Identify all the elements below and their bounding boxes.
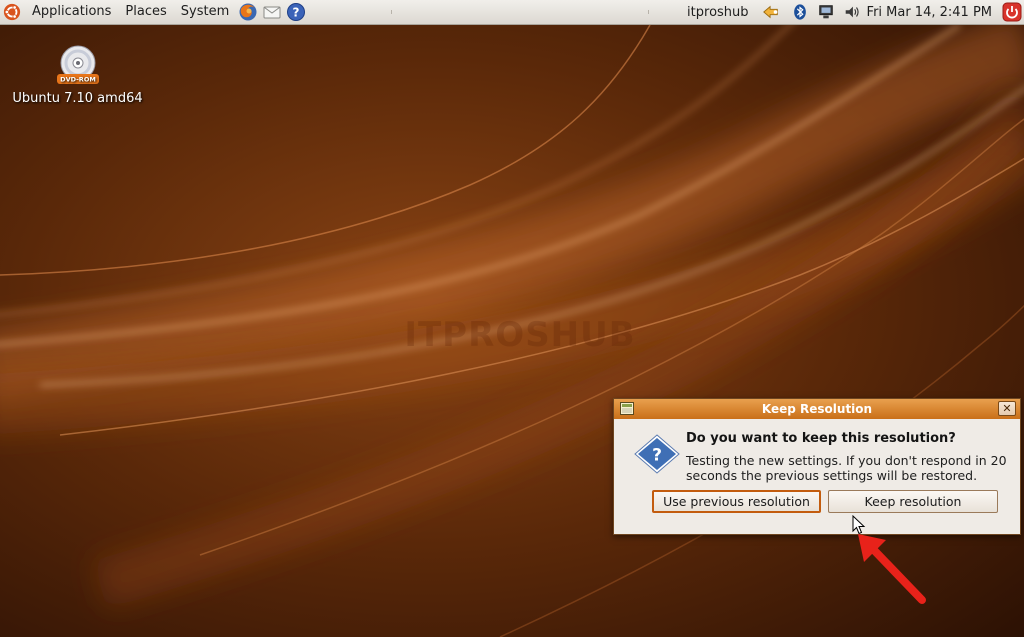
panel-separator [391, 10, 392, 14]
window-menu-icon[interactable] [620, 402, 634, 415]
help-icon[interactable]: ? [286, 2, 306, 22]
dialog-titlebar[interactable]: Keep Resolution ✕ [614, 399, 1020, 419]
keep-resolution-button[interactable]: Keep resolution [828, 490, 998, 513]
panel-separator [648, 10, 649, 14]
mouse-cursor-icon [852, 515, 866, 535]
bluetooth-icon[interactable] [791, 3, 809, 21]
dialog-title: Keep Resolution [761, 402, 873, 416]
top-panel: Applications Places System ? itproshub F… [0, 0, 1024, 25]
dvd-rom-badge: DVD-ROM [60, 76, 96, 84]
red-arrow-annotation-icon [858, 534, 926, 604]
menu-system[interactable]: System [174, 0, 236, 24]
watermark: ITPROSHUB [404, 315, 636, 355]
dialog-message: Testing the new settings. If you don't r… [686, 453, 1007, 483]
dvd-rom-desktop-icon[interactable]: DVD-ROM Ubuntu 7.10 amd64 [10, 45, 145, 106]
mail-icon[interactable] [262, 2, 282, 22]
panel-left: Applications Places System ? [0, 0, 308, 24]
dialog-heading: Do you want to keep this resolution? [686, 431, 956, 446]
clock[interactable]: Fri Mar 14, 2:41 PM [865, 5, 998, 20]
desktop-icon-label: Ubuntu 7.10 amd64 [12, 91, 143, 106]
screen: Applications Places System ? itproshub F… [0, 0, 1024, 637]
update-icon[interactable] [759, 3, 783, 21]
dvd-rom-icon: DVD-ROM [56, 45, 99, 84]
menu-places[interactable]: Places [118, 0, 173, 24]
panel-right: itproshub Fri Mar 14, 2:41 PM [681, 0, 1024, 24]
network-icon[interactable] [817, 3, 835, 21]
svg-text:?: ? [652, 446, 662, 466]
volume-icon[interactable] [843, 3, 861, 21]
power-icon[interactable] [1002, 2, 1022, 22]
dialog-close-button[interactable]: ✕ [998, 401, 1016, 416]
user-switcher[interactable]: itproshub [681, 5, 754, 20]
ubuntu-logo-icon[interactable] [3, 3, 21, 21]
use-previous-resolution-button[interactable]: Use previous resolution [652, 490, 821, 513]
svg-text:?: ? [293, 6, 300, 20]
question-icon: ? [634, 434, 680, 474]
menu-applications[interactable]: Applications [25, 0, 118, 24]
keep-resolution-dialog: Keep Resolution ✕ ? Do you want to keep … [613, 398, 1021, 535]
firefox-icon[interactable] [238, 2, 258, 22]
